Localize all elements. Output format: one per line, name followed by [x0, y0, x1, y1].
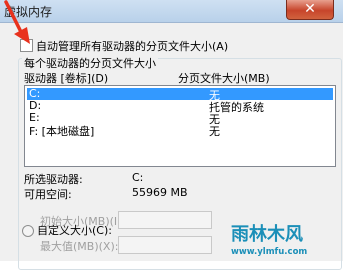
custom-size-radio[interactable]	[22, 225, 34, 237]
close-button[interactable]: ✕	[286, 0, 334, 20]
max-size-label: 最大值(MB)(X):	[40, 240, 119, 253]
free-space-label: 可用空间:	[24, 188, 72, 201]
auto-manage-label[interactable]: 自动管理所有驱动器的分页文件大小(A)	[36, 38, 228, 54]
column-header-drive: 驱动器 [卷标](D)	[24, 72, 109, 85]
close-icon: ✕	[304, 1, 316, 17]
drive-list[interactable]: C: 无 D: 托管的系统 E: 无 F: [本地磁盘] 无	[24, 85, 336, 167]
watermark-brand: 雨林木风	[231, 223, 303, 245]
drive-row-c[interactable]: C: 无	[27, 87, 333, 102]
drive-row-d[interactable]: D: 托管的系统	[27, 99, 333, 114]
max-size-input[interactable]	[118, 236, 212, 254]
initial-size-input[interactable]	[118, 211, 212, 229]
paging-size: 无	[209, 125, 220, 138]
group-legend: 每个驱动器的分页文件大小	[22, 55, 158, 71]
free-space-value: 55969 MB	[132, 186, 188, 199]
drive-row-f[interactable]: F: [本地磁盘] 无	[27, 124, 333, 138]
drive-letter: F: [本地磁盘]	[29, 125, 95, 138]
column-header-size: 分页文件大小(MB)	[178, 72, 270, 85]
selected-drive-label: 所选驱动器:	[24, 173, 83, 186]
initial-size-label: 初始大小(MB)(I):	[40, 215, 126, 228]
red-arrow-icon	[4, 0, 30, 44]
selected-drive-value: C:	[132, 171, 144, 184]
site-watermark: 雨林木风 www.ylmfu.com	[229, 214, 341, 258]
watermark-url: www.ylmfu.com	[231, 247, 307, 257]
